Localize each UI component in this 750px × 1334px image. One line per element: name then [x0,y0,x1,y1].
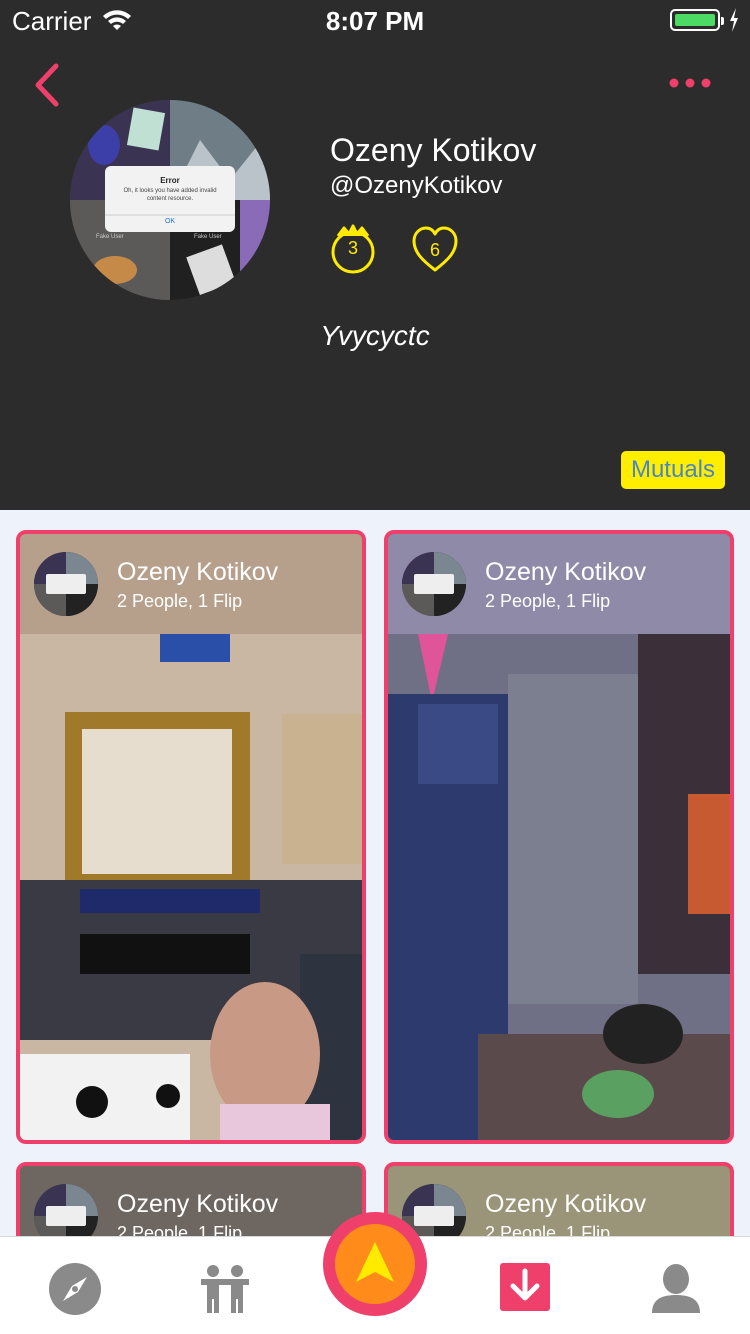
mutuals-button[interactable]: Mutuals [621,451,725,489]
flip-card[interactable]: Ozeny Kotikov 2 People, 1 Flip [384,530,734,1144]
back-icon[interactable] [30,62,64,108]
heart-stat[interactable]: 6 [412,226,458,276]
arrow-up-icon [356,1242,394,1282]
flip-card-name: Ozeny Kotikov [485,558,647,586]
flip-card-subtitle: 2 People, 1 Flip [485,591,611,611]
profile-name: Ozeny Kotikov [330,132,537,168]
avatar-dialog-message: Oh, it looks you have added invalid cont… [123,188,217,202]
flip-card-subtitle: 2 People, 1 Flip [117,591,243,611]
download-icon[interactable] [498,1259,552,1315]
profile-bio: Yvycyctc [320,320,430,351]
status-bar: Carrier 8:07 PM [0,0,750,40]
profile-avatar[interactable]: Error Oh, it looks you have added invali… [70,100,270,300]
people-icon[interactable] [197,1261,253,1317]
avatar-tile-caption-left: Fake User [96,234,124,240]
heart-count: 6 [429,240,440,260]
compass-icon[interactable] [47,1261,103,1317]
flip-card-name: Ozeny Kotikov [117,558,279,586]
create-flip-button[interactable] [323,1212,427,1316]
profile-header: Error Oh, it looks you have added invali… [0,40,750,510]
clock: 8:07 PM [325,6,425,36]
flip-card-header: Ozeny Kotikov 2 People, 1 Flip [388,534,730,634]
flip-card-avatar [34,552,98,616]
avatar-dialog-button: OK [164,218,176,225]
flip-card-avatar [402,552,466,616]
battery-icon [670,9,724,31]
charging-icon [730,8,738,32]
more-options-icon[interactable] [668,76,712,90]
profile-icon[interactable] [648,1261,704,1317]
flip-card-name: Ozeny Kotikov [117,1190,279,1218]
flip-card-header: Ozeny Kotikov 2 People, 1 Flip [20,534,362,634]
avatar-dialog-title: Error [160,176,180,185]
flip-card-name: Ozeny Kotikov [485,1190,647,1218]
crown-count: 3 [347,238,358,258]
flip-card[interactable]: Ozeny Kotikov 2 People, 1 Flip [16,530,366,1144]
profile-handle: @OzenyKotikov [330,172,503,199]
avatar-tile-caption-right: Fake User [194,234,222,240]
crown-stat[interactable]: 3 [330,224,376,274]
profile-screen: Carrier 8:07 PM Error Oh, it looks you h… [0,0,750,1334]
